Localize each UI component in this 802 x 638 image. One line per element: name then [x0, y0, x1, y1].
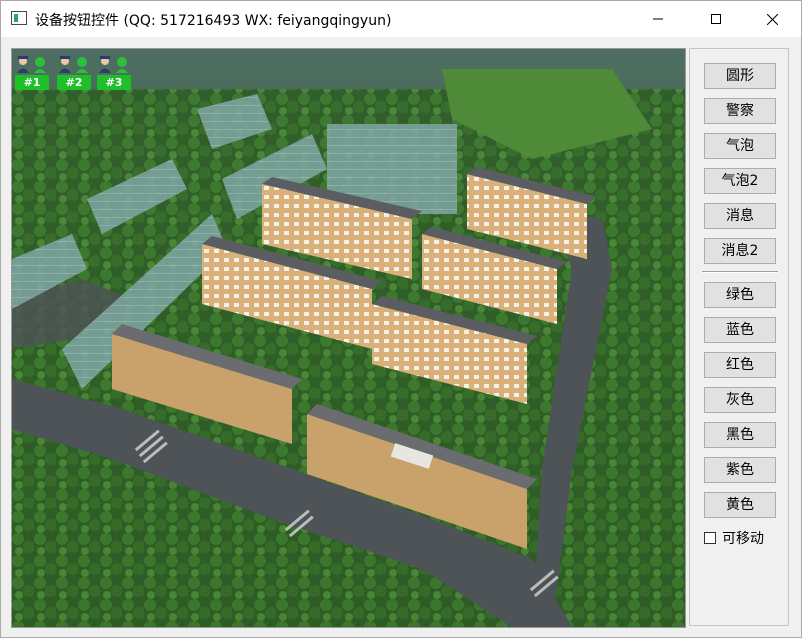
app-window-icon	[11, 11, 27, 25]
device-label-2: #2	[57, 75, 91, 90]
color-button-black[interactable]: 黑色	[704, 422, 776, 448]
device-label-3: #3	[97, 75, 131, 90]
window-title: 设备按钮控件 (QQ: 517216493 WX: feiyangqingyun…	[35, 13, 392, 29]
maximize-icon	[711, 14, 721, 24]
color-button-purple[interactable]: 紫色	[704, 457, 776, 483]
style-button-police[interactable]: 警察	[704, 98, 776, 124]
style-button-bubble2[interactable]: 气泡2	[704, 168, 776, 194]
style-button-message[interactable]: 消息	[704, 203, 776, 229]
device-button-3[interactable]: #3	[97, 55, 131, 91]
panel-divider	[702, 271, 778, 273]
movable-checkbox-label: 可移动	[722, 531, 764, 547]
police-officer-icon	[99, 56, 128, 73]
map-image-area: #1 #2 #3	[11, 48, 686, 628]
maximize-button[interactable]	[687, 1, 745, 37]
color-button-green[interactable]: 绿色	[704, 282, 776, 308]
color-button-blue[interactable]: 蓝色	[704, 317, 776, 343]
police-officer-icon	[59, 56, 88, 73]
color-button-yellow[interactable]: 黄色	[704, 492, 776, 518]
color-button-red[interactable]: 红色	[704, 352, 776, 378]
residential-aerial-image	[12, 49, 685, 627]
movable-checkbox[interactable]	[704, 532, 716, 544]
color-button-gray[interactable]: 灰色	[704, 387, 776, 413]
minimize-button[interactable]	[629, 1, 687, 37]
minimize-icon	[653, 18, 663, 20]
style-button-message2[interactable]: 消息2	[704, 238, 776, 264]
title-bar: 设备按钮控件 (QQ: 517216493 WX: feiyangqingyun…	[1, 1, 801, 37]
movable-checkbox-row[interactable]: 可移动	[704, 529, 764, 547]
close-icon	[766, 13, 778, 25]
style-button-circle[interactable]: 圆形	[704, 63, 776, 89]
device-button-1[interactable]: #1	[15, 55, 49, 91]
device-label-1: #1	[15, 75, 49, 90]
close-button[interactable]	[743, 1, 801, 37]
device-button-2[interactable]: #2	[57, 55, 91, 91]
style-button-bubble[interactable]: 气泡	[704, 133, 776, 159]
police-officer-icon	[17, 56, 46, 73]
